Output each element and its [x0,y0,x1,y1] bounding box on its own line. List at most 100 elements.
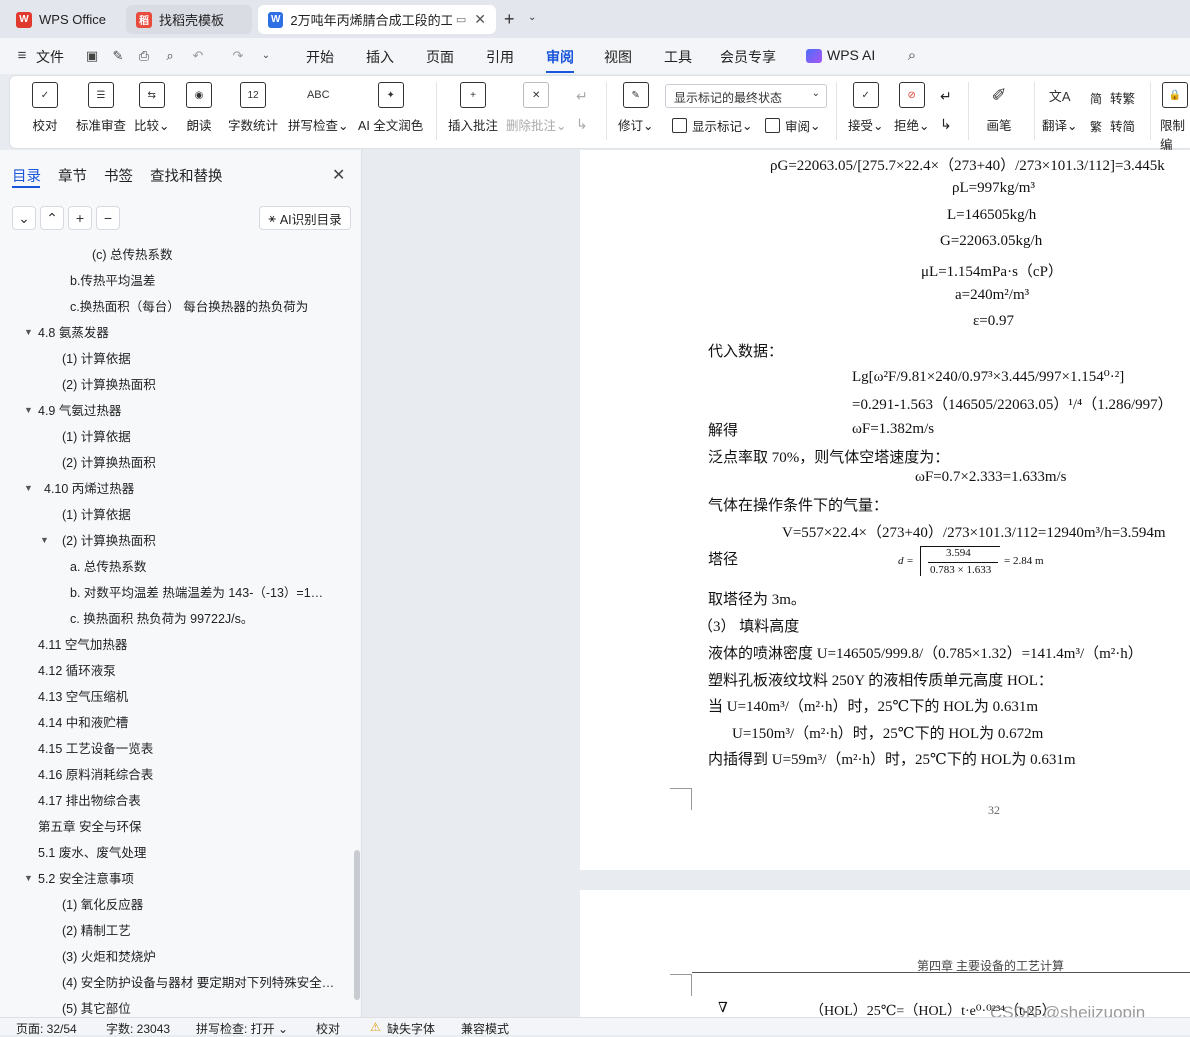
monitor-icon[interactable]: ▭ [456,13,466,26]
toc-item[interactable]: c.换热面积（每台） 每台换热器的热负荷为 [70,296,308,315]
revise-button[interactable]: ✎ 修订⌄ [618,82,654,134]
word-count-button[interactable]: 12 字数统计 [228,82,278,134]
to-simplified-button[interactable]: 繁转简 [1090,116,1135,135]
toc-item[interactable]: 4.17 排出物综合表 [38,790,141,809]
toc-item[interactable]: (2) 精制工艺 [62,920,131,939]
tab-list-chevron-icon[interactable]: ⌄ [528,12,536,23]
close-tab-icon[interactable]: ✕ [474,11,486,28]
more-chevron-icon[interactable]: ⌄ [258,48,274,64]
status-font[interactable]: 缺失字体 [387,1020,435,1037]
hamburger-icon[interactable]: ≡ [14,48,30,64]
markup-state-select[interactable]: 显示标记的最终状态 ⌄ [665,84,827,108]
toc-item[interactable]: 5.2 安全注意事项 [38,868,134,887]
standard-review-button[interactable]: ☰ 标准审查 [76,82,126,134]
tab-wps-office[interactable]: W WPS Office [6,5,118,34]
tab-document[interactable]: W 2万吨年丙烯腈合成工段的工 ▭ ✕ [258,5,496,34]
ai-polish-button[interactable]: ✦ AI 全文润色 [358,82,423,134]
expand-chevron-icon[interactable]: ⌃ [40,206,64,230]
status-compat[interactable]: 兼容模式 [461,1020,509,1037]
next-comment-icon[interactable]: ↳ [576,116,588,133]
toc-item[interactable]: (1) 计算依据 [62,348,131,367]
toc-item[interactable]: (1) 计算依据 [62,504,131,523]
status-words[interactable]: 字数: 23043 [106,1020,170,1037]
toc-item[interactable]: (2) 计算换热面积 [62,452,156,471]
reject-button[interactable]: ⊘ 拒绝⌄ [894,82,930,134]
format-painter-icon[interactable]: ✎ [110,48,126,64]
review-pane-button[interactable]: 审阅 ⌄ [765,116,821,135]
tab-bookmarks[interactable]: 书签 [104,165,133,186]
add-heading-icon[interactable]: + [68,206,92,230]
expand-triangle-icon[interactable]: ▼ [40,535,49,545]
print-preview-icon[interactable]: ⌕ [162,48,178,64]
accept-button[interactable]: ✓ 接受⌄ [848,82,884,134]
tab-chapters[interactable]: 章节 [58,165,87,186]
toc-item[interactable]: (2) 计算换热面积 [62,374,156,393]
toc-item[interactable]: (c) 总传热系数 [92,244,173,263]
restrict-edit-button[interactable]: 🔒 限制编 [1160,82,1190,153]
toc-item[interactable]: a. 总传热系数 [70,556,146,575]
undo-icon[interactable]: ↶ [190,48,206,64]
collapse-chevron-icon[interactable]: ⌄ [12,206,36,230]
menu-member[interactable]: 会员专享 [720,47,776,67]
toc-item[interactable]: (2) 计算换热面积 [62,530,156,549]
close-pane-icon[interactable]: ✕ [332,165,345,185]
to-traditional-button[interactable]: 简转繁 [1090,88,1135,107]
toc-item[interactable]: 4.8 氨蒸发器 [38,322,109,341]
toc-item[interactable]: 5.1 废水、废气处理 [38,842,146,861]
menu-reference[interactable]: 引用 [486,47,514,67]
menu-insert[interactable]: 插入 [366,47,394,67]
toc-item[interactable]: (3) 火炬和焚烧炉 [62,946,156,965]
expand-triangle-icon[interactable]: ▼ [24,483,33,493]
sidebar-scrollbar[interactable] [354,850,360,1000]
toc-item[interactable]: c. 换热面积 热负荷为 99722J/s。 [70,608,253,627]
menu-page[interactable]: 页面 [426,47,454,67]
toc-item[interactable]: 第五章 安全与环保 [38,816,141,835]
toc-item[interactable]: b.传热平均温差 [70,270,155,289]
toc-item[interactable]: 4.16 原料消耗综合表 [38,764,153,783]
menu-start[interactable]: 开始 [306,47,334,67]
pen-button[interactable]: ✐ 画笔 [986,82,1012,134]
show-markup-button[interactable]: 显示标记 ⌄ [672,116,753,135]
expand-triangle-icon[interactable]: ▼ [24,405,33,415]
toc-item[interactable]: 4.13 空气压缩机 [38,686,128,705]
new-tab-icon[interactable]: + [504,9,515,30]
toc-item[interactable]: (1) 氧化反应器 [62,894,143,913]
print-icon[interactable]: ⎙ [136,48,152,64]
menu-review[interactable]: 审阅 [546,47,574,67]
redo-icon[interactable]: ↷ [230,48,246,64]
delete-comment-button[interactable]: ✕ 删除批注⌄ [506,82,567,134]
menu-file[interactable]: 文件 [36,47,64,67]
proofread-button[interactable]: ✓ 校对 [32,82,58,134]
next-change-icon[interactable]: ↳ [940,116,952,133]
prev-comment-icon[interactable]: ↵ [576,88,588,105]
toc-item[interactable]: 4.12 循环液泵 [38,660,116,679]
toc-item[interactable]: 4.14 中和液贮槽 [38,712,128,731]
menu-tools[interactable]: 工具 [664,47,692,67]
save-icon[interactable]: ▣ [84,48,100,64]
read-aloud-button[interactable]: ◉ 朗读 [186,82,212,134]
expand-triangle-icon[interactable]: ▼ [24,873,33,883]
spell-check-button[interactable]: ABC 拼写检查⌄ [288,82,349,134]
remove-heading-icon[interactable]: − [96,206,120,230]
tab-toc[interactable]: 目录 [12,165,41,186]
expand-triangle-icon[interactable]: ▼ [24,327,33,337]
toc-item[interactable]: 4.10 丙烯过热器 [44,478,134,497]
prev-change-icon[interactable]: ↵ [940,88,952,105]
status-page[interactable]: 页面: 32/54 [16,1020,77,1037]
status-proof[interactable]: 校对 [316,1020,340,1037]
tab-find-replace[interactable]: 查找和替换 [150,165,223,186]
toc-item[interactable]: (1) 计算依据 [62,426,131,445]
status-spell[interactable]: 拼写检查: 打开 ⌄ [196,1020,288,1037]
compare-button[interactable]: ⇆ 比较⌄ [134,82,170,134]
toc-item[interactable]: 4.11 空气加热器 [38,634,127,653]
toc-item[interactable]: 4.9 气氨过热器 [38,400,121,419]
ai-toc-button[interactable]: ⚹ AI识别目录 [259,206,351,230]
search-icon[interactable]: ⌕ [904,48,920,64]
menu-wps-ai[interactable]: WPS AI [827,47,875,63]
translate-button[interactable]: 文A 翻译⌄ [1042,82,1078,134]
toc-item[interactable]: b. 对数平均温差 热端温差为 143-（-13）=1… [70,582,342,601]
toc-item[interactable]: 4.15 工艺设备一览表 [38,738,153,757]
toc-item[interactable]: (5) 其它部位 [62,998,131,1017]
menu-view[interactable]: 视图 [604,47,632,67]
tab-template[interactable]: 稻 找稻壳模板 [126,5,252,34]
